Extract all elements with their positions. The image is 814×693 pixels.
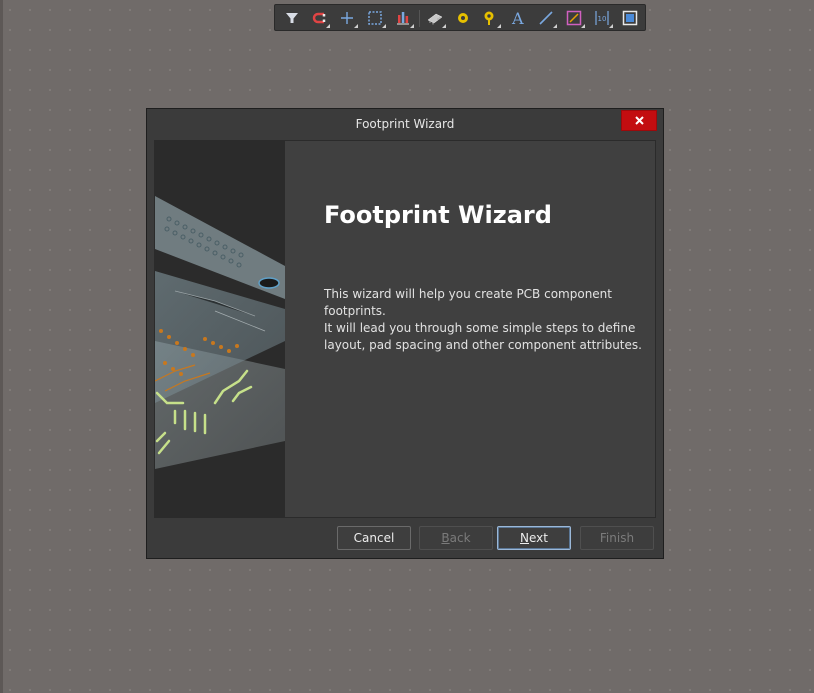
back-button[interactable]: Back [419, 526, 493, 550]
footprint-wizard-dialog: Footprint Wizard Footprint Wizard This w… [146, 108, 664, 559]
crosshair-button[interactable] [336, 8, 358, 28]
fill-icon [622, 10, 638, 26]
wizard-main-pane: Footprint Wizard This wizard will help y… [286, 141, 655, 517]
svg-text:10: 10 [598, 15, 607, 23]
dropdown-indicator-icon [581, 24, 585, 28]
dropdown-indicator-icon [609, 24, 613, 28]
dropdown-indicator-icon [553, 24, 557, 28]
select-button[interactable] [364, 8, 386, 28]
dropdown-indicator-icon [442, 24, 446, 28]
pad-icon [458, 13, 468, 23]
pcb-illustration-image [155, 196, 285, 469]
wizard-content: Footprint Wizard This wizard will help y… [154, 140, 656, 518]
cancel-button[interactable]: Cancel [337, 526, 411, 550]
align-button[interactable] [392, 8, 414, 28]
filter-icon [286, 13, 298, 23]
back-button-mnemonic: B [441, 531, 450, 545]
wizard-heading: Footprint Wizard [324, 201, 552, 229]
pcb-active-bar: A 10 [274, 4, 646, 31]
next-button-mnemonic: N [520, 531, 529, 545]
dropdown-indicator-icon [497, 24, 501, 28]
next-button-label: ext [529, 531, 548, 545]
filter-button[interactable] [281, 8, 303, 28]
wizard-description-line-1: This wizard will help you create PCB com… [324, 287, 612, 318]
finish-button[interactable]: Finish [580, 526, 654, 550]
back-button-label: ack [449, 531, 471, 545]
dropdown-indicator-icon [354, 24, 358, 28]
text-icon: A [511, 9, 524, 27]
svg-text:A: A [511, 9, 524, 27]
dialog-title: Footprint Wizard [355, 117, 455, 131]
dimension-button[interactable]: 10 [591, 8, 613, 28]
graphic-button[interactable] [563, 8, 585, 28]
snap-button[interactable] [308, 8, 330, 28]
dropdown-indicator-icon [410, 24, 414, 28]
next-button[interactable]: Next [497, 526, 571, 550]
finish-button-label: Finish [599, 531, 635, 545]
close-button[interactable] [621, 110, 657, 131]
component-button[interactable] [424, 8, 446, 28]
left-panel-edge [0, 0, 3, 693]
toolbar-separator [419, 10, 420, 27]
dialog-titlebar[interactable]: Footprint Wizard [147, 109, 663, 139]
pcb-illustration [155, 141, 285, 517]
wizard-description: This wizard will help you create PCB com… [324, 286, 644, 354]
text-button[interactable]: A [507, 8, 529, 28]
wizard-description-line-2: It will lead you through some simple ste… [324, 321, 642, 352]
dropdown-indicator-icon [382, 24, 386, 28]
fill-button[interactable] [619, 8, 641, 28]
close-icon [635, 116, 644, 125]
via-button[interactable] [479, 8, 501, 28]
line-button[interactable] [535, 8, 557, 28]
dropdown-indicator-icon [326, 24, 330, 28]
pad-button[interactable] [452, 8, 474, 28]
cancel-button-label: Cancel [353, 531, 395, 545]
